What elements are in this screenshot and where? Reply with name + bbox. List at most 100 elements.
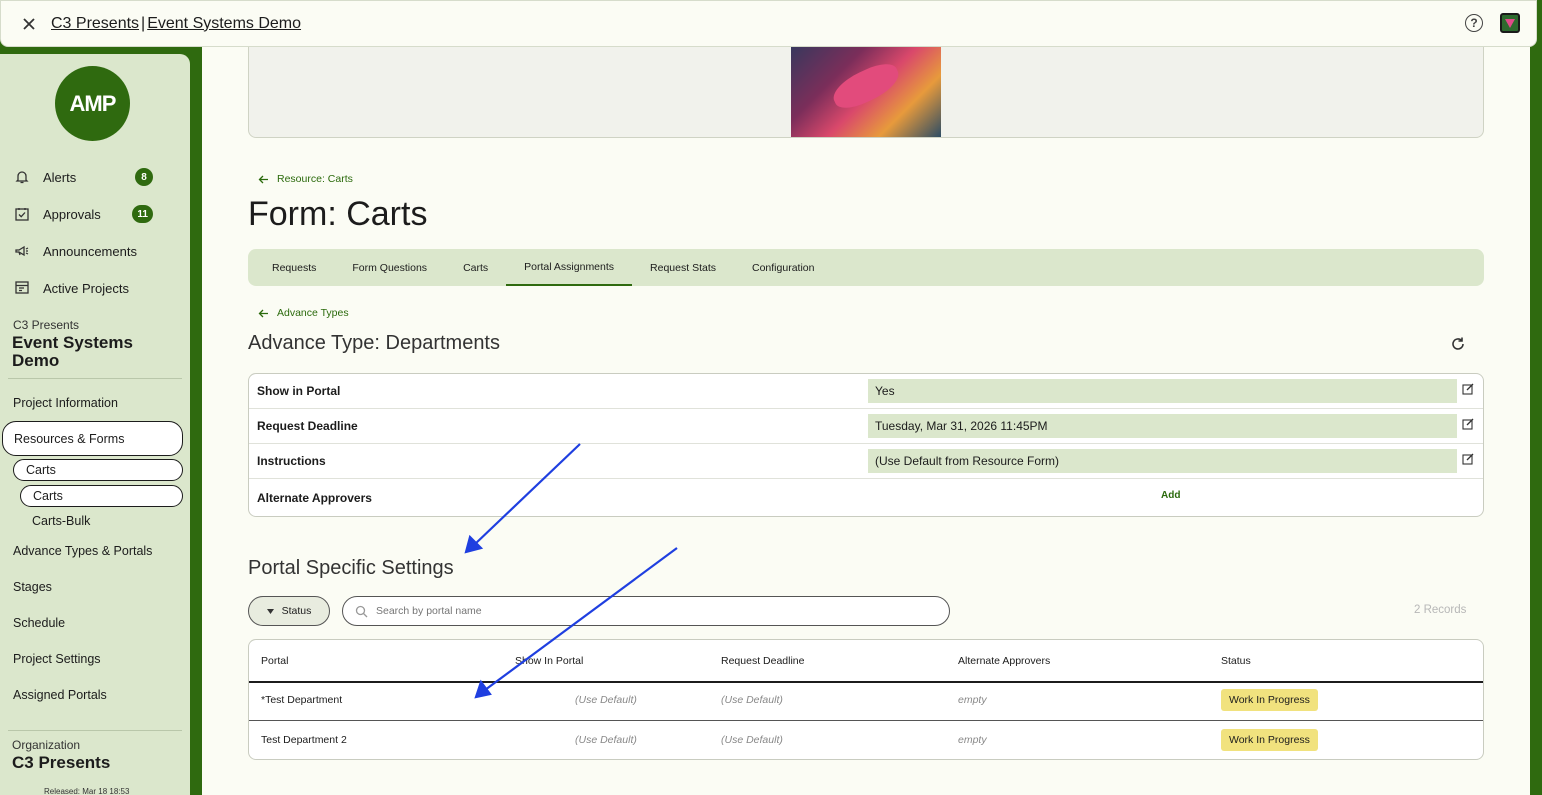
release-info: Released: Mar 18 18:53 — [44, 787, 130, 795]
back-to-advance-types-link[interactable]: Advance Types — [258, 307, 349, 319]
sidebar-link-stages[interactable]: Stages — [13, 580, 52, 594]
breadcrumb-org[interactable]: C3 Presents — [51, 15, 139, 33]
sidebar-divider — [8, 378, 182, 379]
edit-icon[interactable] — [1462, 383, 1474, 395]
edit-icon[interactable] — [1462, 418, 1474, 430]
show-in-portal-cell: (Use Default) — [575, 734, 637, 746]
sidebar-link-project-information[interactable]: Project Information — [13, 396, 118, 410]
column-header-alternate-approvers[interactable]: Alternate Approvers — [958, 655, 1050, 667]
tab-bar: Requests Form Questions Carts Portal Ass… — [248, 249, 1484, 286]
user-avatar[interactable] — [1500, 13, 1520, 33]
setting-row-show-in-portal: Show in Portal Yes — [249, 374, 1483, 409]
sidebar: AMP Alerts 8 Approvals 11 Announcements … — [0, 54, 190, 795]
back-link-label: Resource: Carts — [277, 173, 353, 185]
sidebar-link-advance-types-portals[interactable]: Advance Types & Portals — [13, 544, 152, 558]
sidebar-item-label: Announcements — [43, 243, 137, 259]
page-title: Form: Carts — [248, 195, 428, 233]
portal-name-cell: Test Department 2 — [261, 734, 347, 746]
status-badge: Work In Progress — [1221, 729, 1318, 751]
sidebar-link-carts-bulk[interactable]: Carts-Bulk — [32, 514, 90, 528]
main-content: Resource: Carts Form: Carts Requests For… — [202, 0, 1530, 795]
organization-name: C3 Presents — [12, 753, 111, 772]
column-header-request-deadline[interactable]: Request Deadline — [721, 655, 804, 667]
tab-form-questions[interactable]: Form Questions — [334, 249, 445, 286]
guitar-art — [827, 57, 905, 115]
top-bar: C3 Presents | Event Systems Demo ? — [0, 0, 1537, 47]
sidebar-link-resources-forms[interactable]: Resources & Forms — [2, 421, 183, 456]
setting-label: Show in Portal — [257, 384, 341, 398]
search-icon — [355, 605, 368, 617]
megaphone-icon — [13, 242, 31, 260]
column-header-show-in-portal[interactable]: Show In Portal — [515, 655, 583, 667]
alternate-approvers-cell: empty — [958, 734, 987, 746]
sidebar-item-label: Approvals — [43, 206, 101, 222]
banner-image — [791, 31, 941, 137]
project-org-label: C3 Presents — [13, 318, 80, 332]
edit-icon[interactable] — [1462, 453, 1474, 465]
column-header-portal[interactable]: Portal — [261, 655, 288, 667]
advance-type-title: Advance Type: Departments — [248, 332, 500, 354]
portal-settings-title: Portal Specific Settings — [248, 557, 454, 579]
breadcrumb-separator: | — [141, 14, 146, 32]
projects-icon — [13, 279, 31, 297]
status-badge: Work In Progress — [1221, 689, 1318, 711]
setting-label: Request Deadline — [257, 419, 358, 433]
sidebar-link-schedule[interactable]: Schedule — [13, 616, 65, 630]
status-filter-button[interactable]: Status — [248, 596, 330, 626]
setting-row-request-deadline: Request Deadline Tuesday, Mar 31, 2026 1… — [249, 409, 1483, 444]
sidebar-item-label: Alerts — [43, 169, 77, 185]
breadcrumb-project[interactable]: Event Systems Demo — [147, 15, 301, 33]
organization-label: Organization — [12, 738, 81, 752]
sidebar-item-announcements[interactable]: Announcements — [13, 240, 173, 262]
approvals-count-badge: 11 — [132, 205, 153, 223]
sidebar-link-assigned-portals[interactable]: Assigned Portals — [13, 688, 107, 702]
request-deadline-cell: (Use Default) — [721, 734, 783, 746]
project-name: Event Systems Demo — [12, 333, 133, 370]
back-link-label: Advance Types — [277, 307, 349, 319]
alerts-count-badge: 8 — [135, 168, 153, 186]
row-divider — [249, 720, 1483, 721]
refresh-icon[interactable] — [1450, 336, 1466, 352]
header-divider — [249, 681, 1483, 683]
help-icon[interactable]: ? — [1465, 14, 1483, 32]
tab-requests[interactable]: Requests — [254, 249, 334, 286]
sidebar-item-alerts[interactable]: Alerts 8 — [13, 166, 173, 188]
request-deadline-cell: (Use Default) — [721, 694, 783, 706]
setting-value: Yes — [868, 379, 1457, 403]
close-icon[interactable] — [18, 13, 40, 35]
sidebar-link-label: Resources & Forms — [14, 431, 125, 446]
sidebar-divider — [8, 730, 182, 731]
sidebar-item-active-projects[interactable]: Active Projects — [13, 277, 173, 299]
portal-search — [342, 596, 950, 626]
column-header-status[interactable]: Status — [1221, 655, 1251, 667]
setting-row-alternate-approvers: Alternate Approvers Add — [249, 479, 1483, 516]
bell-icon — [13, 168, 31, 186]
amp-logo[interactable]: AMP — [55, 66, 130, 141]
sidebar-link-project-settings[interactable]: Project Settings — [13, 652, 101, 666]
back-to-resource-link[interactable]: Resource: Carts — [258, 173, 353, 185]
arrow-left-icon — [258, 175, 268, 183]
setting-label: Instructions — [257, 454, 326, 468]
right-edge-strip — [1530, 47, 1542, 795]
caret-down-icon — [266, 608, 274, 614]
tab-configuration[interactable]: Configuration — [734, 249, 832, 286]
sidebar-item-label: Active Projects — [43, 280, 129, 296]
search-input[interactable] — [376, 605, 936, 617]
checkbox-icon — [13, 205, 31, 223]
add-approver-button[interactable]: Add — [1161, 490, 1180, 501]
tab-carts[interactable]: Carts — [445, 249, 506, 286]
filter-label: Status — [281, 605, 312, 617]
tab-portal-assignments[interactable]: Portal Assignments — [506, 249, 633, 286]
logo-text: AMP — [69, 90, 117, 116]
sidebar-link-label: Carts — [33, 489, 63, 503]
setting-row-instructions: Instructions (Use Default from Resource … — [249, 444, 1483, 479]
portal-name-cell: *Test Department — [261, 694, 343, 706]
setting-value: Tuesday, Mar 31, 2026 11:45PM — [868, 414, 1457, 438]
sidebar-item-approvals[interactable]: Approvals 11 — [13, 203, 173, 225]
alternate-approvers-cell: empty — [958, 694, 987, 706]
advance-type-settings: Show in Portal Yes Request Deadline Tues… — [248, 373, 1484, 517]
sidebar-link-carts-parent[interactable]: Carts — [13, 459, 183, 481]
sidebar-link-label: Carts — [26, 463, 56, 477]
tab-request-stats[interactable]: Request Stats — [632, 249, 734, 286]
sidebar-link-carts-child[interactable]: Carts — [20, 485, 183, 507]
